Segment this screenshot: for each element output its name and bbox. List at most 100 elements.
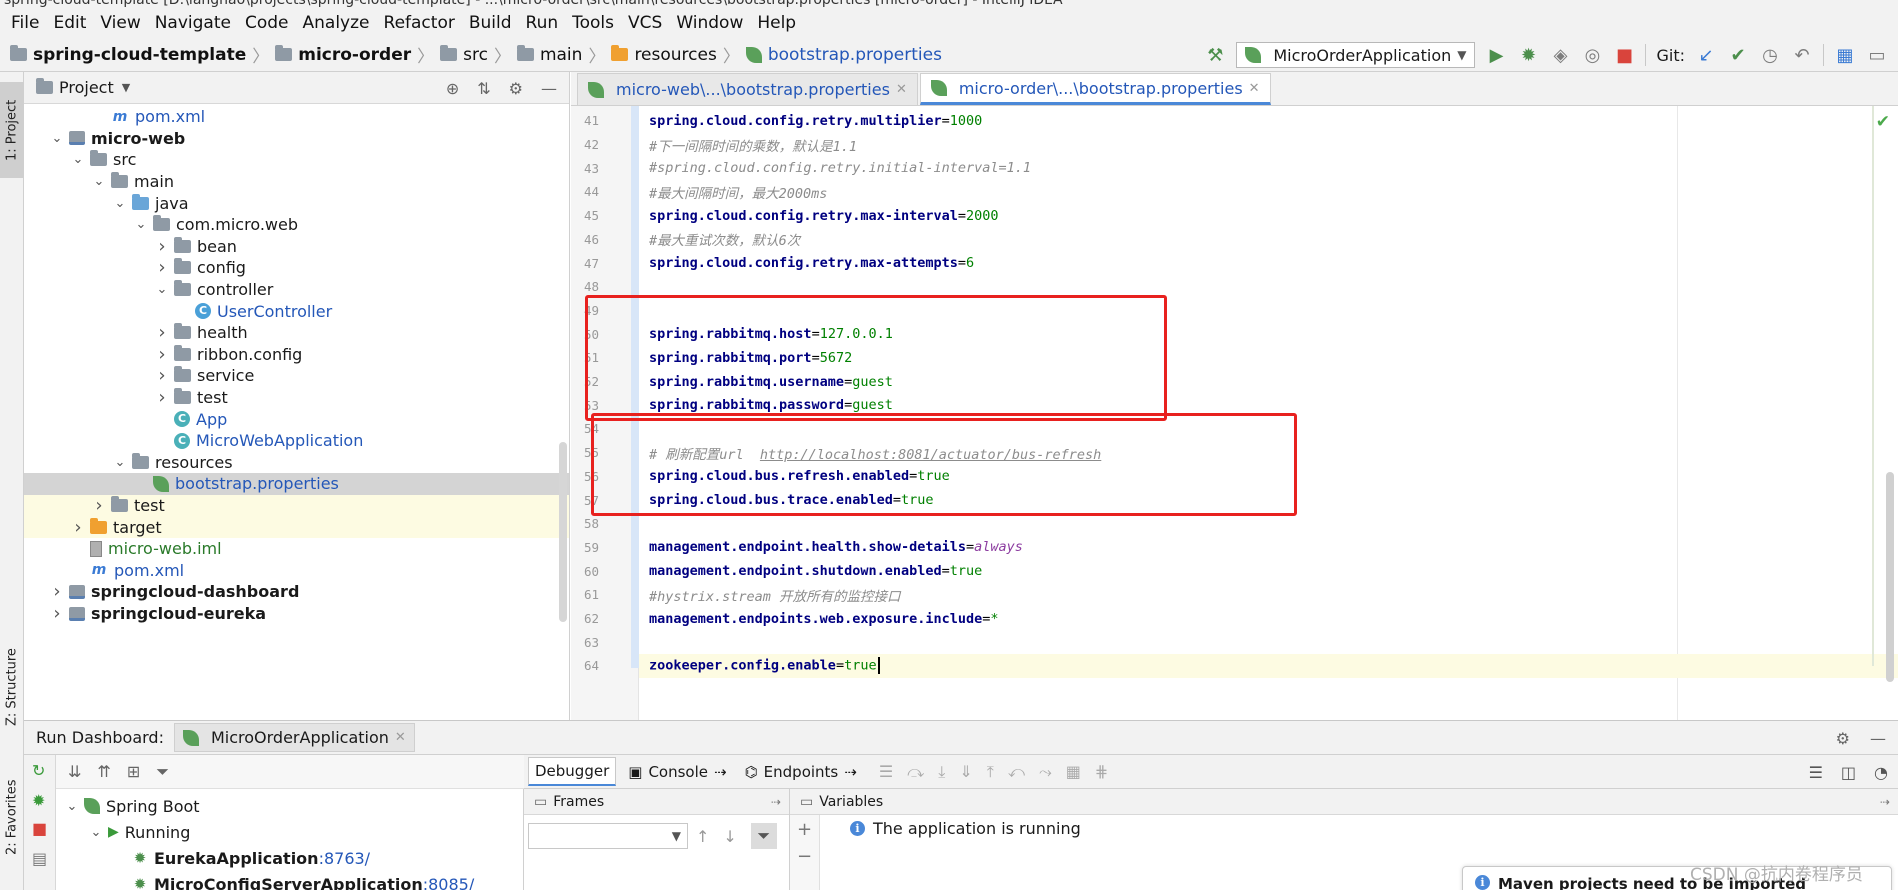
chevron-right-icon[interactable]: › [70, 517, 86, 538]
close-icon[interactable]: ✕ [395, 730, 406, 745]
breadcrumb-item[interactable]: micro-order [275, 45, 411, 65]
remove-watch-icon[interactable]: − [790, 846, 819, 867]
menu-tools[interactable]: Tools [565, 13, 621, 33]
menu-help[interactable]: Help [750, 13, 803, 33]
menu-view[interactable]: View [93, 13, 147, 33]
evaluate-icon[interactable]: ▦ [1066, 762, 1081, 782]
chevron-down-icon[interactable]: ⌄ [70, 152, 86, 167]
chevron-down-icon[interactable]: ⌄ [133, 217, 149, 232]
tree-item[interactable]: › test [24, 387, 569, 409]
tool-tab-project[interactable]: 1: Project [0, 82, 24, 178]
debugger-tab-endpoints[interactable]: ⌬ Endpoints ⇢ [739, 759, 863, 785]
chevron-down-icon[interactable]: ⌄ [64, 799, 80, 814]
group-icon[interactable]: ⊞ [127, 762, 140, 781]
editor-tab[interactable]: micro-web\...\bootstrap.properties ✕ [577, 73, 918, 105]
breadcrumb-item[interactable]: src [440, 45, 488, 65]
tree-item[interactable]: › service [24, 365, 569, 387]
gear-icon[interactable]: ⚙ [1836, 729, 1850, 748]
collapse-all-icon[interactable]: ⇈ [97, 762, 110, 781]
chevron-right-icon[interactable]: › [154, 344, 170, 365]
run-icon[interactable]: ▶ [1485, 45, 1507, 66]
run-to-cursor-icon[interactable]: ⤳ [1039, 762, 1052, 782]
menu-vcs[interactable]: VCS [621, 13, 669, 33]
chevron-right-icon[interactable]: › [49, 581, 65, 602]
menu-run[interactable]: Run [519, 13, 566, 33]
run-dashboard-tab[interactable]: MicroOrderApplication ✕ [173, 723, 415, 752]
tree-item[interactable]: C UserController [24, 300, 569, 322]
chevron-down-icon[interactable]: ⌄ [112, 455, 128, 470]
close-icon[interactable]: ✕ [1249, 81, 1260, 96]
tool-tab-structure[interactable]: Z: Structure [0, 632, 24, 742]
menu-file[interactable]: File [4, 13, 46, 33]
chevron-right-icon[interactable]: › [91, 495, 107, 516]
arrow-down-icon[interactable]: ↓ [723, 827, 736, 846]
breadcrumb-item[interactable]: bootstrap.properties [745, 45, 942, 65]
chevron-down-icon[interactable]: ⌄ [88, 825, 104, 840]
tree-item[interactable]: › health [24, 322, 569, 344]
rerun-icon[interactable]: ↻ [32, 761, 45, 780]
tree-item[interactable]: C App [24, 408, 569, 430]
tree-item[interactable]: › target [24, 516, 569, 538]
filter-icon[interactable]: ⏷ [156, 762, 169, 782]
app-port-link[interactable]: :8085/ [423, 875, 475, 890]
profile-icon[interactable]: ◎ [1581, 45, 1603, 66]
filter-icon[interactable]: ⏷ [750, 823, 777, 849]
menu-navigate[interactable]: Navigate [148, 13, 238, 33]
coverage-icon[interactable]: ◈ [1549, 45, 1571, 66]
tree-item[interactable]: › springcloud-dashboard [24, 581, 569, 603]
tree-item[interactable]: ⌄ micro-web [24, 128, 569, 150]
arrow-up-icon[interactable]: ↑ [696, 827, 709, 846]
chevron-down-icon[interactable]: ⌄ [112, 196, 128, 211]
tree-item[interactable]: › test [24, 494, 569, 517]
tree-item[interactable]: › ribbon.config [24, 344, 569, 366]
project-panel-title[interactable]: Project [59, 78, 114, 97]
chevron-right-icon[interactable]: › [49, 603, 65, 624]
debug-icon[interactable]: ✹ [32, 791, 45, 810]
tree-item[interactable]: › config [24, 257, 569, 279]
close-icon[interactable]: ✕ [896, 82, 907, 97]
debug-icon[interactable]: ✹ [1517, 45, 1539, 66]
chevron-down-icon[interactable]: ⌄ [49, 131, 65, 146]
run-config-select[interactable]: MicroOrderApplication ▼ [1236, 42, 1476, 68]
chevron-down-icon[interactable]: ▼ [122, 81, 130, 94]
debugger-tab-debugger[interactable]: Debugger [528, 757, 617, 786]
tree-item[interactable]: ⌄ java [24, 192, 569, 214]
run-dashboard-item[interactable]: ⌄ Spring Boot [56, 793, 524, 819]
menu-build[interactable]: Build [462, 13, 519, 33]
pin-icon[interactable]: ⇢ [771, 795, 781, 809]
locate-icon[interactable]: ⊕ [446, 79, 459, 98]
chevron-right-icon[interactable]: › [154, 322, 170, 343]
tree-item[interactable]: micro-web.iml [24, 538, 569, 560]
minimize-icon[interactable]: — [541, 79, 557, 98]
menu-refactor[interactable]: Refactor [377, 13, 462, 33]
chevron-right-icon[interactable]: › [154, 257, 170, 278]
pin-icon[interactable]: ⇢ [1880, 795, 1890, 809]
git-commit-icon[interactable]: ✔ [1727, 45, 1749, 66]
build-hammer-icon[interactable]: ⚒ [1204, 45, 1226, 66]
layout-icon[interactable]: ◫ [1841, 763, 1856, 782]
git-history-icon[interactable]: ◷ [1759, 45, 1781, 66]
tree-item[interactable]: m pom.xml [24, 560, 569, 582]
layout-icon[interactable]: ▤ [32, 849, 47, 868]
menu-edit[interactable]: Edit [46, 13, 93, 33]
editor-scrollbar[interactable] [1886, 472, 1894, 682]
tree-item[interactable]: ⌄ controller [24, 279, 569, 301]
gauge-icon[interactable]: ◔ [1874, 763, 1888, 782]
breadcrumb-item[interactable]: spring-cloud-template [10, 45, 246, 65]
stop-icon[interactable]: ■ [1613, 45, 1635, 66]
chevron-right-icon[interactable]: › [154, 365, 170, 386]
tree-item[interactable]: ⌄ resources [24, 452, 569, 474]
tool-tab-favorites[interactable]: 2: Favorites [0, 762, 24, 872]
menu-window[interactable]: Window [669, 13, 750, 33]
breadcrumb-item[interactable]: main [516, 45, 582, 65]
breadcrumb-item[interactable]: resources [611, 45, 717, 65]
chevron-right-icon[interactable]: › [154, 236, 170, 257]
editor-tab[interactable]: micro-order\...\bootstrap.properties ✕ [919, 73, 1271, 105]
tree-item[interactable]: m pom.xml [24, 106, 569, 128]
run-dashboard-item[interactable]: ⌄ ▶ Running [56, 819, 524, 845]
gear-icon[interactable]: ⚙ [509, 79, 523, 98]
tree-item[interactable]: ⌄ main [24, 171, 569, 193]
tree-item[interactable]: › bean [24, 236, 569, 258]
stop-icon[interactable]: ■ [32, 819, 47, 838]
menu-code[interactable]: Code [238, 13, 296, 33]
